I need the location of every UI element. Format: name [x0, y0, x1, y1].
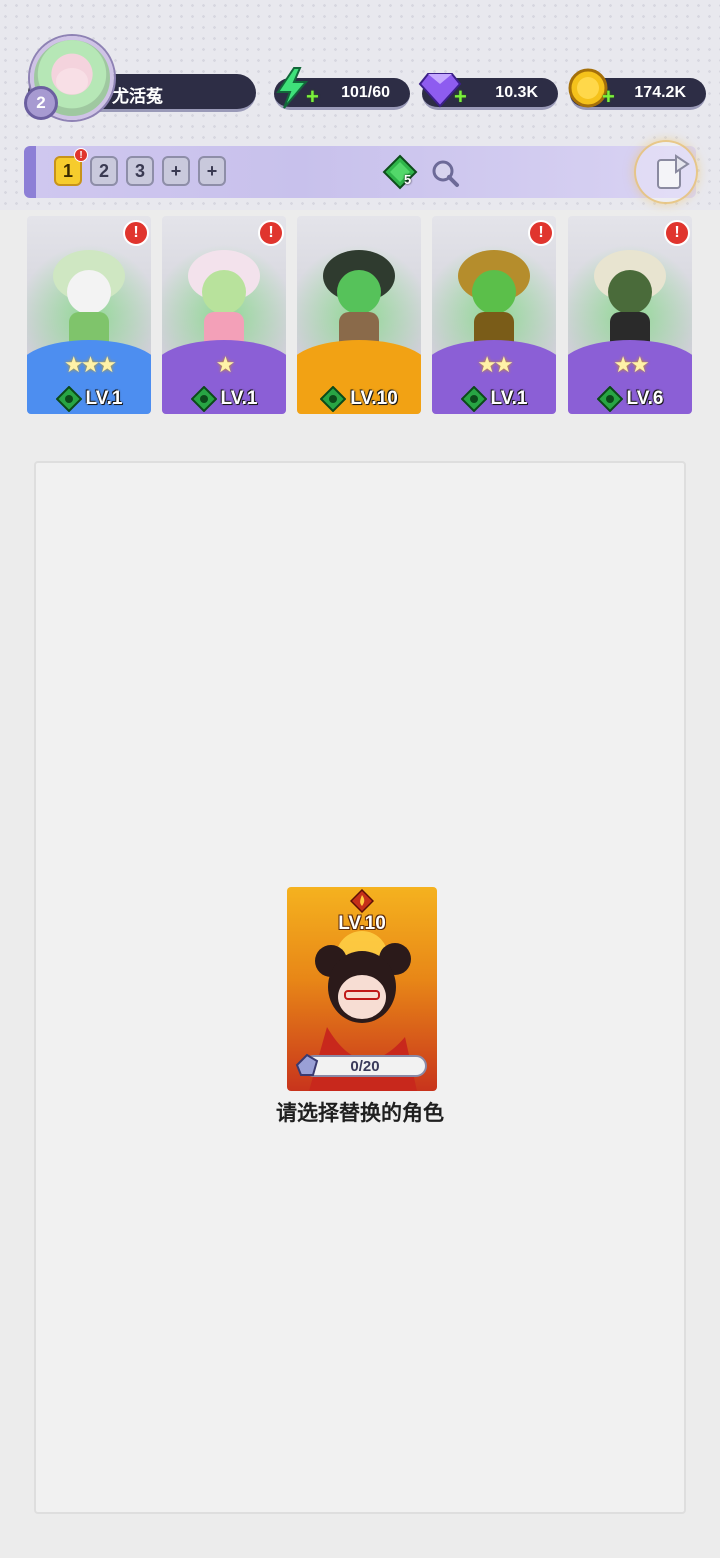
- wind-element-icon: [460, 386, 487, 412]
- edit-icon: [657, 154, 690, 189]
- star-rating: ★★★: [63, 352, 117, 377]
- hero-level: LV.1: [490, 388, 528, 409]
- hero-level: LV.1: [220, 388, 258, 409]
- team-tab-2[interactable]: 2: [90, 156, 118, 186]
- team-bar: 1 ! 2 3 + + 5: [24, 140, 698, 204]
- card-progress-text: 0/20: [350, 1058, 380, 1075]
- card-footer: LV.1: [432, 384, 556, 414]
- hero-card[interactable]: LV.10: [297, 216, 421, 414]
- card-footer: LV.10: [297, 384, 421, 414]
- hero-card[interactable]: ★★ LV.1!: [432, 216, 556, 414]
- card-footer: LV.1: [27, 384, 151, 414]
- selected-hero-card[interactable]: LV.10 0/20: [287, 887, 437, 1091]
- star-rating: ★: [215, 352, 236, 377]
- player-name: 尤活菟: [112, 87, 163, 106]
- team-tab-3[interactable]: 3: [126, 156, 154, 186]
- gold-value: 174.2K: [634, 84, 686, 101]
- hero-level: LV.10: [350, 388, 398, 409]
- avatar-face: [56, 68, 88, 94]
- diamond-value: 10.3K: [495, 84, 538, 101]
- card-progress-bar: 0/20: [303, 1055, 427, 1077]
- add-energy-icon[interactable]: +: [306, 86, 322, 108]
- gold-counter[interactable]: + 174.2K: [568, 68, 706, 110]
- wind-element-icon: [190, 386, 217, 412]
- add-gold-icon[interactable]: +: [602, 86, 618, 108]
- alert-icon: !: [528, 220, 554, 246]
- energy-value: 101/60: [341, 84, 390, 101]
- wind-element-icon: [596, 386, 623, 412]
- alert-icon: !: [123, 220, 149, 246]
- diamond-counter[interactable]: + 10.3K: [418, 73, 558, 110]
- wind-element-icon: [320, 386, 347, 412]
- search-icon[interactable]: [430, 158, 460, 188]
- emerald-gem-icon[interactable]: [382, 154, 422, 190]
- card-shard-icon: [295, 1053, 319, 1076]
- wind-element-icon: [55, 386, 82, 412]
- alert-icon: !: [258, 220, 284, 246]
- hero-level: LV.1: [85, 388, 123, 409]
- hero-card[interactable]: ★★★ LV.1!: [27, 216, 151, 414]
- card-footer: LV.1: [162, 384, 286, 414]
- energy-counter[interactable]: + 101/60: [274, 67, 410, 110]
- add-diamond-icon[interactable]: +: [454, 86, 470, 108]
- alert-icon: !: [664, 220, 690, 246]
- select-hint-text: 请选择替换的角色: [276, 1102, 444, 1125]
- player-level-badge: 2: [24, 86, 58, 120]
- player-profile[interactable]: 尤活菟 2: [24, 36, 256, 122]
- star-rating: ★★: [613, 352, 649, 377]
- hero-level: LV.6: [626, 388, 664, 409]
- add-team-button-1[interactable]: +: [162, 156, 190, 186]
- card-footer: LV.6: [568, 384, 692, 414]
- star-rating: ★★: [477, 352, 513, 377]
- gem-count: 5: [404, 172, 412, 187]
- hero-card[interactable]: ★ LV.1!: [162, 216, 286, 414]
- team-tab-alert: !: [74, 148, 88, 162]
- selection-panel: LV.10 0/20 请选择替换的角色: [34, 461, 686, 1514]
- add-team-button-2[interactable]: +: [198, 156, 226, 186]
- hero-card[interactable]: ★★ LV.6!: [568, 216, 692, 414]
- edit-team-button[interactable]: [634, 140, 698, 204]
